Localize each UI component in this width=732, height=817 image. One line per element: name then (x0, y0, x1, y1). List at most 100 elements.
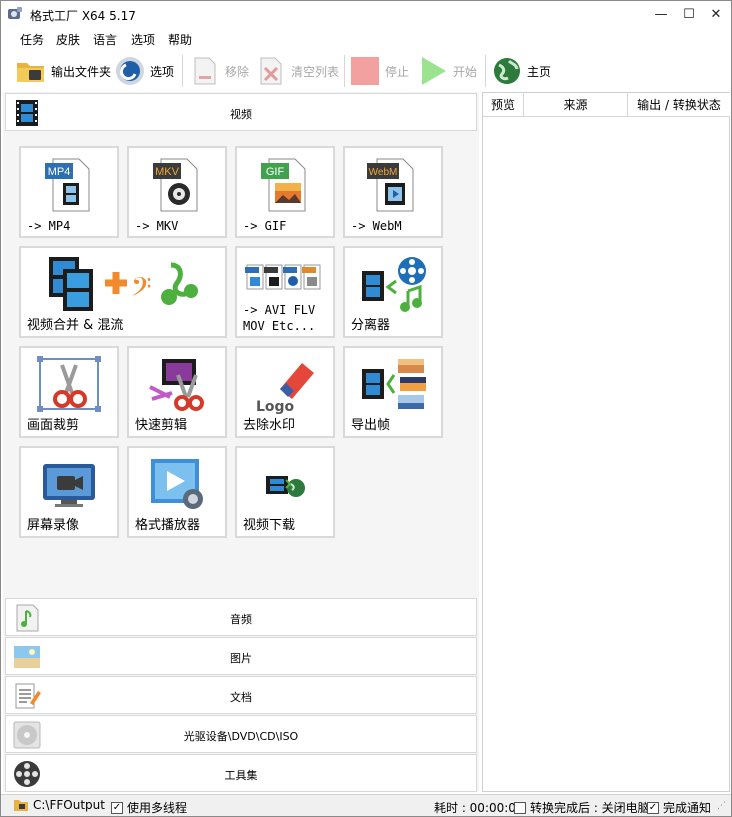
category-image-label: 图片 (230, 652, 252, 665)
multithread-toggle[interactable]: ✓ 使用多线程 (111, 799, 187, 816)
tile-label: -> GIF (243, 219, 287, 233)
menu-skin[interactable]: 皮肤 (56, 31, 80, 48)
logo-text: Logo (256, 399, 295, 415)
tile-label: 导出帧 (351, 418, 391, 433)
options-button[interactable]: 选项 (114, 53, 174, 89)
splitter-icon (345, 254, 441, 316)
video-join-icon: 𝄢 (21, 252, 225, 318)
shutdown-label: 转换完成后 : 关闭电脑 (530, 801, 650, 815)
webm-badge: WebM (369, 167, 398, 178)
category-video[interactable]: 视频 (5, 93, 477, 131)
function-panel: 视频 MP4 -> MP4 MKV -> MKV GIF -> GIF WebM… (3, 92, 479, 792)
tile-video-join-mux[interactable]: 𝄢 视频合并 & 混流 (19, 246, 227, 338)
shutdown-checkbox[interactable] (514, 801, 526, 814)
video-download-icon (237, 454, 333, 516)
menu-help[interactable]: 帮助 (168, 31, 192, 48)
remove-button[interactable]: 移除 (189, 53, 249, 89)
multithread-checkbox[interactable]: ✓ (111, 801, 123, 814)
maximize-button[interactable]: ☐ (675, 1, 703, 29)
tile-video-download[interactable]: 视频下载 (235, 446, 335, 538)
category-document[interactable]: 文档 (5, 676, 477, 714)
clear-list-button[interactable]: 清空列表 (255, 53, 339, 89)
folder-icon (15, 55, 47, 87)
toolbar: 输出文件夹 选项 移除 清空列表 停止 开始 主页 (1, 51, 731, 91)
stop-button[interactable]: 停止 (349, 53, 409, 89)
tile-crop[interactable]: 画面裁剪 (19, 346, 119, 438)
tile-to-mp4[interactable]: MP4 -> MP4 (19, 146, 119, 238)
notify-toggle[interactable]: ✓ 完成通知 (647, 799, 711, 816)
tile-splitter[interactable]: 分离器 (343, 246, 443, 338)
tile-to-webm[interactable]: WebM -> WebM (343, 146, 443, 238)
tile-remove-watermark[interactable]: Logo 去除水印 (235, 346, 335, 438)
stop-icon (349, 55, 381, 87)
clear-list-label: 清空列表 (291, 64, 340, 79)
mkv-badge: MKV (155, 166, 180, 178)
mp4-badge: MP4 (48, 166, 71, 178)
tile-label: -> WebM (351, 219, 402, 233)
app-logo-icon (8, 7, 22, 19)
export-frames-icon (345, 354, 441, 416)
notify-label: 完成通知 (663, 801, 712, 815)
tile-export-frames[interactable]: 导出帧 (343, 346, 443, 438)
start-button[interactable]: 开始 (417, 53, 477, 89)
notify-checkbox[interactable]: ✓ (647, 801, 659, 814)
column-source[interactable]: 来源 (524, 93, 628, 117)
category-audio-label: 音频 (230, 613, 252, 626)
tile-screen-recorder[interactable]: 屏幕录像 (19, 446, 119, 538)
category-audio[interactable]: 音频 (5, 598, 477, 636)
minimize-button[interactable]: — (647, 1, 675, 29)
multi-format-icon (237, 258, 333, 298)
shutdown-toggle[interactable]: 转换完成后 : 关闭电脑 (514, 799, 650, 816)
tile-label: -> AVI FLV MOV Etc... (243, 303, 316, 333)
category-tools[interactable]: 工具集 (5, 754, 477, 792)
tile-label: 视频下载 (243, 518, 296, 533)
column-output-status[interactable]: 输出 / 转换状态 (628, 93, 730, 117)
crop-scissors-icon (21, 354, 117, 416)
screen-recorder-icon (21, 454, 117, 516)
output-path-text: C:\FFOutput (33, 798, 105, 812)
multithread-label: 使用多线程 (127, 801, 188, 815)
svg-text:𝄢: 𝄢 (131, 271, 152, 309)
start-label: 开始 (453, 64, 478, 79)
tile-to-gif[interactable]: GIF -> GIF (235, 146, 335, 238)
home-button[interactable]: 主页 (491, 53, 551, 89)
tile-label: 分离器 (351, 318, 391, 333)
tile-label: 去除水印 (243, 418, 296, 433)
category-document-label: 文档 (230, 691, 252, 704)
webm-file-icon: WebM (345, 154, 441, 216)
clear-list-icon (255, 55, 287, 87)
close-button[interactable]: ✕ (702, 1, 730, 29)
category-tools-label: 工具集 (224, 769, 258, 782)
toolbar-separator (182, 55, 183, 87)
menu-options[interactable]: 选项 (131, 31, 155, 48)
tile-format-player[interactable]: 格式播放器 (127, 446, 227, 538)
options-label: 选项 (150, 64, 175, 79)
category-rom-label: 光驱设备\DVD\CD\ISO (183, 730, 299, 743)
task-list[interactable]: 预览 来源 输出 / 转换状态 (482, 92, 730, 792)
title-bar: 格式工厂 X64 5.17 — ☐ ✕ (1, 1, 731, 29)
mkv-file-icon: MKV (129, 154, 225, 216)
remove-label: 移除 (225, 64, 250, 79)
tile-to-mkv[interactable]: MKV -> MKV (127, 146, 227, 238)
tile-label: 视频合并 & 混流 (27, 318, 124, 333)
gif-file-icon: GIF (237, 154, 333, 216)
window-title: 格式工厂 X64 5.17 (30, 9, 136, 23)
tile-label: 屏幕录像 (27, 518, 80, 533)
output-path[interactable]: C:\FFOutput (13, 798, 105, 812)
output-folder-button[interactable]: 输出文件夹 (15, 53, 111, 89)
folder-icon (14, 800, 28, 811)
tile-quick-clip[interactable]: 快速剪辑 (127, 346, 227, 438)
menu-language[interactable]: 语言 (93, 31, 117, 48)
elapsed-time: 耗时 : 00:00:00 (434, 799, 524, 816)
category-image[interactable]: 图片 (5, 637, 477, 675)
category-video-label: 视频 (230, 108, 252, 121)
tile-to-avi-flv-mov[interactable]: -> AVI FLV MOV Etc... (235, 246, 335, 338)
quick-clip-icon (129, 354, 225, 416)
globe-icon (491, 55, 523, 87)
gear-icon (114, 55, 146, 87)
category-rom-device[interactable]: 光驱设备\DVD\CD\ISO (5, 715, 477, 753)
play-icon (417, 55, 449, 87)
resize-grip-icon[interactable]: ⋰ (717, 801, 726, 811)
column-preview[interactable]: 预览 (483, 93, 524, 117)
menu-task[interactable]: 任务 (20, 31, 44, 48)
